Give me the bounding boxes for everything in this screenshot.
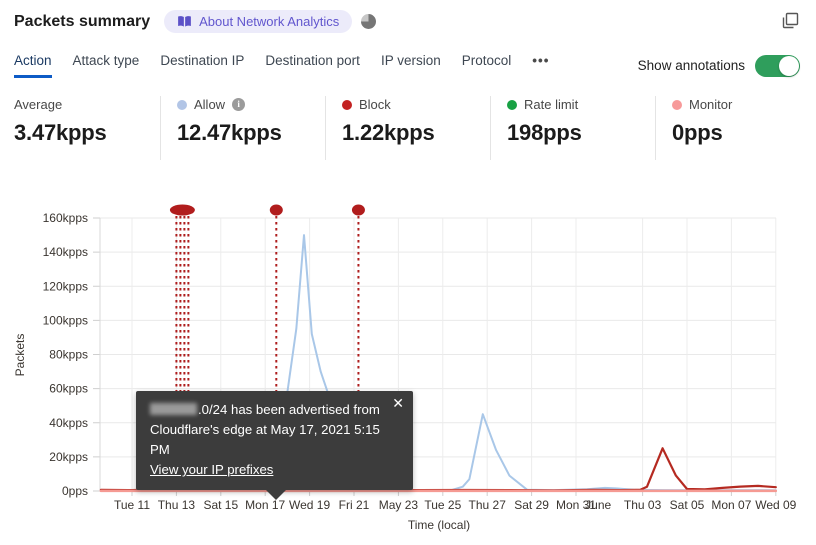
tooltip-close-icon[interactable]: ✕ (392, 395, 404, 411)
x-tick-label: Sat 29 (514, 498, 549, 512)
y-axis-title: Packets (13, 334, 27, 377)
y-tick-label: 100kpps (43, 313, 88, 327)
x-tick-label: Mon 07 (711, 498, 751, 512)
annotation-tooltip: ✕ .0/24 has been advertised from Cloudfl… (136, 391, 413, 500)
x-tick-label: Thu 13 (158, 498, 196, 512)
x-axis-title: Time (local) (408, 518, 470, 532)
tooltip-line2: Cloudflare's edge at May 17, 2021 5:15 P… (150, 422, 380, 457)
y-tick-label: 0pps (62, 484, 88, 498)
annotation-marker[interactable] (169, 204, 195, 216)
x-tick-label: Wed 09 (755, 498, 796, 512)
y-tick-label: 60kpps (49, 382, 88, 396)
y-tick-label: 20kpps (49, 450, 88, 464)
x-tick-label: Thu 03 (624, 498, 662, 512)
y-tick-label: 140kpps (43, 245, 88, 259)
x-tick-label: Tue 11 (114, 498, 150, 512)
x-tick-label: Wed 19 (289, 498, 330, 512)
tooltip-line1: .0/24 has been advertised from (150, 400, 399, 420)
x-tick-label: Sat 05 (670, 498, 705, 512)
x-tick-label: Fri 21 (339, 498, 370, 512)
x-tick-label: Sat 15 (203, 498, 238, 512)
x-tick-label: Thu 27 (469, 498, 507, 512)
x-tick-label: May 23 (379, 498, 419, 512)
x-tick-label: Tue 25 (424, 498, 461, 512)
y-tick-label: 160kpps (43, 211, 88, 225)
y-tick-label: 120kpps (43, 279, 88, 293)
view-ip-prefixes-link[interactable]: View your IP prefixes (150, 462, 273, 477)
redacted-ip-prefix (150, 403, 197, 415)
packets-summary-panel: Packets summary About Network Analytics … (0, 0, 816, 545)
y-tick-label: 80kpps (49, 348, 88, 362)
annotation-marker[interactable] (351, 204, 365, 216)
y-tick-label: 40kpps (49, 416, 88, 430)
x-tick-label: Mon 17 (245, 498, 285, 512)
annotation-marker[interactable] (269, 204, 283, 216)
x-tick-label: June (585, 498, 611, 512)
